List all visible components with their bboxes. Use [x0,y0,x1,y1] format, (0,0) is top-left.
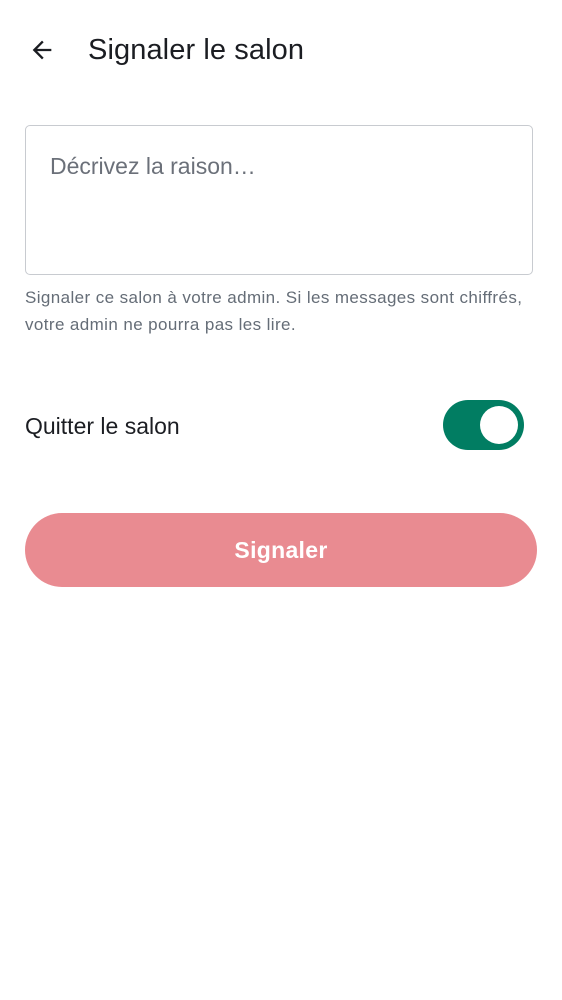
page-title: Signaler le salon [88,34,305,66]
report-button[interactable]: Signaler [25,513,537,587]
helper-text: Signaler ce salon à votre admin. Si les … [25,288,523,334]
top-app-bar: Signaler le salon [0,0,562,100]
reason-input[interactable] [26,126,532,274]
leave-room-toggle[interactable] [443,400,524,450]
arrow-left-icon [28,36,56,64]
back-button[interactable] [18,26,66,74]
leave-room-row[interactable]: Quitter le salon [25,396,537,456]
toggle-thumb [480,406,518,444]
reason-field[interactable] [25,125,533,275]
leave-room-label: Quitter le salon [25,413,180,439]
